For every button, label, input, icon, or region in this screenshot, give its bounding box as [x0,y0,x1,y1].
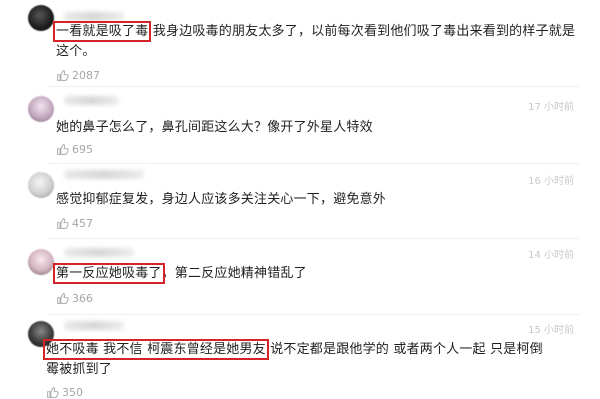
like-button[interactable]: 695 [56,143,93,156]
comment-item: 15 小时前 她不吸毒 我不信 柯震东曾经是她男友 说不定都是跟他学的 或者两个… [0,314,600,399]
like-button[interactable]: 350 [46,386,83,399]
thumbs-up-icon [57,293,69,304]
avatar[interactable] [28,5,54,31]
avatar[interactable] [28,96,54,122]
like-button[interactable]: 2087 [56,69,100,82]
like-button[interactable]: 366 [56,292,93,305]
comment-feed: 一看就是吸了毒 我身边吸毒的朋友太多了，以前每次看到他们吸了毒出来看到的样子就是… [0,0,600,399]
thumbs-up-icon [57,70,69,81]
like-count: 350 [62,386,83,399]
comment-text: 她的鼻子怎么了，鼻孔间距这么大？像开了外星人特效 [56,118,576,138]
divider [48,163,580,164]
comment-text: 第一反应她吸毒了，第二反应她精神错乱了 [53,263,576,284]
comment-rest: ，第二反应她精神错乱了 [161,266,307,281]
like-count: 695 [72,143,93,156]
highlighted-phrase: 她不吸毒 我不信 柯震东曾经是她男友 [43,339,269,360]
comment-item: 16 小时前 感觉抑郁症复发，身边人应该多关注关心一下，避免意外 457 [0,166,600,239]
comment-rest: 她的鼻子怎么了，鼻孔间距这么大？像开了外星人特效 [56,120,373,135]
username-blurred[interactable] [64,321,124,330]
thumbs-up-icon [57,218,69,229]
divider [48,238,580,239]
thumbs-up-icon [57,144,69,155]
divider [48,86,580,87]
avatar[interactable] [28,172,54,198]
username-blurred[interactable] [64,96,119,105]
username-blurred[interactable] [64,170,144,179]
thumbs-up-icon [47,387,59,398]
username-blurred[interactable] [64,248,134,257]
username-blurred[interactable] [64,12,124,21]
comment-rest: 感觉抑郁症复发，身边人应该多关注关心一下，避免意外 [56,192,387,207]
highlighted-phrase: 一看就是吸了毒 [52,21,152,42]
like-count: 366 [72,292,93,305]
comment-item: 17 小时前 她的鼻子怎么了，鼻孔间距这么大？像开了外星人特效 695 [0,92,600,164]
avatar[interactable] [28,249,54,275]
comment-item: 一看就是吸了毒 我身边吸毒的朋友太多了，以前每次看到他们吸了毒出来看到的样子就是… [0,0,600,87]
timestamp: 14 小时前 [528,250,574,261]
like-button[interactable]: 457 [56,217,93,230]
timestamp: 17 小时前 [528,102,574,113]
like-count: 2087 [72,69,100,82]
comment-text: 一看就是吸了毒 我身边吸毒的朋友太多了，以前每次看到他们吸了毒出来看到的样子就是… [52,21,576,62]
comment-item: 14 小时前 第一反应她吸毒了，第二反应她精神错乱了 366 [0,240,600,315]
comment-text: 她不吸毒 我不信 柯震东曾经是她男友 说不定都是跟他学的 或者两个人一起 只是柯… [43,339,546,380]
timestamp: 15 小时前 [528,325,574,336]
comment-text: 感觉抑郁症复发，身边人应该多关注关心一下，避免意外 [56,190,576,210]
timestamp: 16 小时前 [528,176,574,187]
like-count: 457 [72,217,93,230]
highlighted-phrase: 第一反应她吸毒了 [53,263,165,284]
